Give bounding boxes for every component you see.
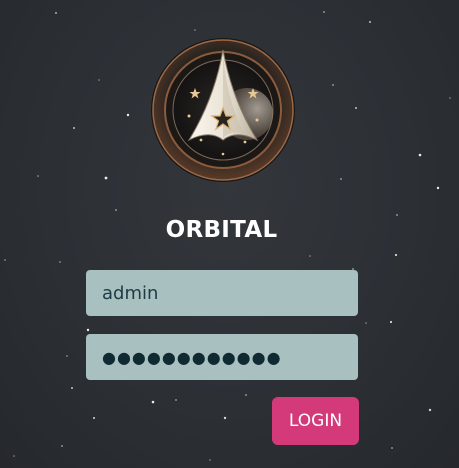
orbital-emblem-icon xyxy=(151,38,295,182)
login-button[interactable]: LOGIN xyxy=(272,397,359,445)
username-field[interactable] xyxy=(86,270,358,316)
app-title: ORBITAL xyxy=(165,217,278,243)
password-field[interactable] xyxy=(86,334,358,380)
